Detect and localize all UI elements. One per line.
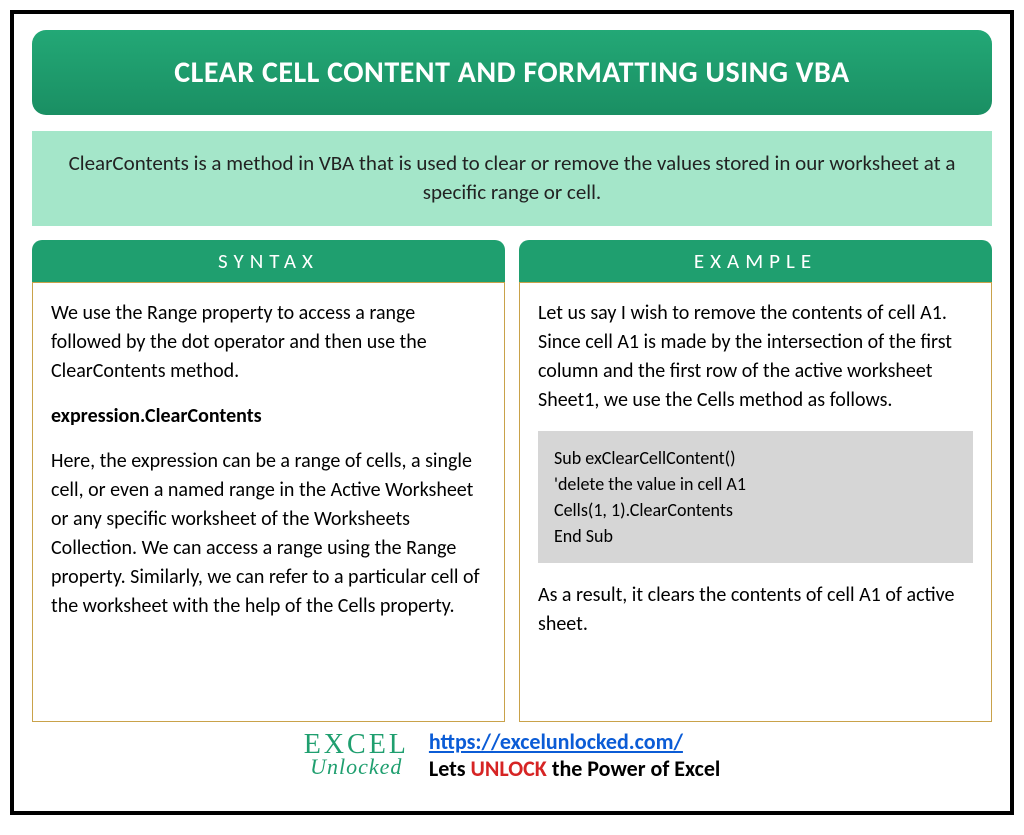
footer-tagline: Lets UNLOCK the Power of Excel [429, 755, 720, 782]
page-title: CLEAR CELL CONTENT AND FORMATTING USING … [32, 30, 992, 115]
example-paragraph-1: Let us say I wish to remove the contents… [538, 299, 973, 415]
syntax-expression: expression.ClearContents [51, 402, 486, 431]
example-body: Let us say I wish to remove the contents… [519, 282, 992, 722]
tagline-unlock: UNLOCK [471, 755, 547, 782]
columns-container: SYNTAX We use the Range property to acce… [32, 240, 992, 722]
tagline-suffix: the Power of Excel [547, 755, 720, 782]
description-banner: ClearContents is a method in VBA that is… [32, 131, 992, 226]
footer: EXCEL Unlocked https://excelunlocked.com… [32, 728, 992, 782]
example-header: EXAMPLE [519, 240, 992, 282]
footer-text: https://excelunlocked.com/ Lets UNLOCK t… [429, 728, 720, 782]
syntax-paragraph-2: Here, the expression can be a range of c… [51, 447, 486, 621]
logo-line-2: Unlocked [304, 757, 409, 777]
syntax-body: We use the Range property to access a ra… [32, 282, 505, 722]
tagline-prefix: Lets [429, 755, 471, 782]
document-frame: CLEAR CELL CONTENT AND FORMATTING USING … [10, 10, 1014, 815]
footer-url-link[interactable]: https://excelunlocked.com/ [429, 728, 683, 755]
logo: EXCEL Unlocked [304, 732, 409, 777]
code-block: Sub exClearCellContent() 'delete the val… [538, 431, 973, 563]
syntax-paragraph-1: We use the Range property to access a ra… [51, 299, 486, 386]
syntax-header: SYNTAX [32, 240, 505, 282]
example-paragraph-2: As a result, it clears the contents of c… [538, 581, 973, 639]
example-column: EXAMPLE Let us say I wish to remove the … [519, 240, 992, 722]
syntax-column: SYNTAX We use the Range property to acce… [32, 240, 505, 722]
